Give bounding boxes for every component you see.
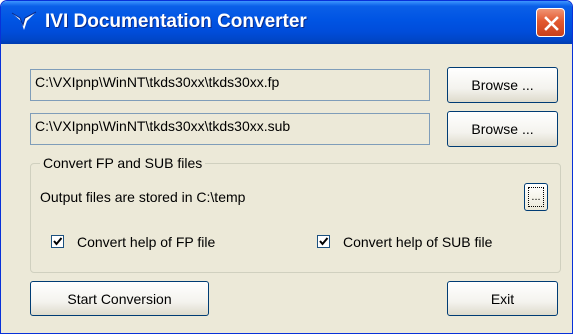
dialog-window: IVI Documentation Converter C:\VXIpnp\Wi… — [0, 0, 573, 334]
output-folder-button[interactable]: ... — [524, 183, 548, 211]
fp-file-path-field[interactable]: C:\VXIpnp\WinNT\tkds30xx\tkds30xx.fp — [30, 69, 430, 101]
convert-group-box — [30, 163, 561, 273]
sub-file-path-field[interactable]: C:\VXIpnp\WinNT\tkds30xx\tkds30xx.sub — [30, 113, 430, 145]
help-sub-checkbox[interactable] — [317, 235, 330, 248]
help-fp-checkbox[interactable] — [51, 235, 64, 248]
browse-sub-button[interactable]: Browse ... — [447, 111, 558, 147]
help-sub-label[interactable]: Convert help of SUB file — [343, 234, 492, 250]
close-icon — [544, 16, 559, 31]
browse-fp-button[interactable]: Browse ... — [447, 67, 558, 103]
title-bar[interactable]: IVI Documentation Converter — [1, 1, 572, 44]
output-location-text: Output files are stored in C:\temp — [40, 189, 246, 205]
convert-group-legend: Convert FP and SUB files — [40, 155, 206, 171]
help-fp-label[interactable]: Convert help of FP file — [77, 234, 215, 250]
exit-button[interactable]: Exit — [447, 281, 558, 316]
ni-eagle-icon — [11, 11, 37, 30]
start-conversion-button[interactable]: Start Conversion — [30, 281, 209, 316]
close-button[interactable] — [536, 8, 565, 37]
check-icon — [53, 237, 63, 246]
check-icon — [319, 237, 329, 246]
window-title: IVI Documentation Converter — [45, 11, 307, 32]
output-folder-button-label: ... — [528, 187, 544, 207]
